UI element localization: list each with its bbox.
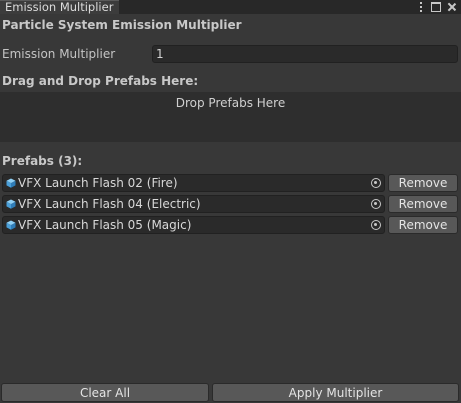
list-item: VFX Launch Flash 05 (Magic) Remove — [0, 216, 461, 234]
emission-multiplier-label: Emission Multiplier — [2, 47, 116, 61]
object-picker-icon[interactable] — [371, 220, 381, 230]
tab-bar: Emission Multiplier — [0, 0, 461, 14]
list-item: VFX Launch Flash 02 (Fire) Remove — [0, 174, 461, 192]
remove-button[interactable]: Remove — [388, 195, 458, 213]
prefab-object-field[interactable]: VFX Launch Flash 02 (Fire) — [2, 174, 385, 192]
tab-emission-multiplier[interactable]: Emission Multiplier — [0, 0, 119, 14]
apply-multiplier-button[interactable]: Apply Multiplier — [212, 383, 459, 402]
list-item: VFX Launch Flash 04 (Electric) Remove — [0, 195, 461, 213]
prefab-cube-icon — [6, 199, 16, 209]
remove-button[interactable]: Remove — [388, 216, 458, 234]
dropzone-heading: Drag and Drop Prefabs Here: — [2, 74, 199, 88]
object-picker-icon[interactable] — [371, 178, 381, 188]
kebab-menu-icon[interactable] — [415, 0, 427, 14]
prefab-object-field[interactable]: VFX Launch Flash 04 (Electric) — [2, 195, 385, 213]
prefabs-heading: Prefabs (3): — [2, 154, 83, 168]
editor-window: Emission Multiplier Particle System Emis… — [0, 0, 461, 403]
prefab-name: VFX Launch Flash 04 (Electric) — [18, 197, 201, 211]
window-controls — [415, 0, 461, 14]
page-title: Particle System Emission Multiplier — [2, 18, 242, 32]
close-icon[interactable] — [447, 0, 457, 14]
object-picker-icon[interactable] — [371, 199, 381, 209]
prefab-name: VFX Launch Flash 05 (Magic) — [18, 218, 192, 232]
prefab-name: VFX Launch Flash 02 (Fire) — [18, 176, 178, 190]
maximize-icon[interactable] — [431, 2, 441, 12]
remove-button[interactable]: Remove — [388, 174, 458, 192]
prefab-cube-icon — [6, 178, 16, 188]
clear-all-button[interactable]: Clear All — [1, 383, 209, 402]
prefab-object-field[interactable]: VFX Launch Flash 05 (Magic) — [2, 216, 385, 234]
emission-multiplier-input[interactable] — [152, 45, 458, 63]
dropzone-placeholder: Drop Prefabs Here — [175, 96, 286, 110]
prefab-cube-icon — [6, 220, 16, 230]
prefab-drop-zone[interactable]: Drop Prefabs Here — [0, 92, 461, 142]
